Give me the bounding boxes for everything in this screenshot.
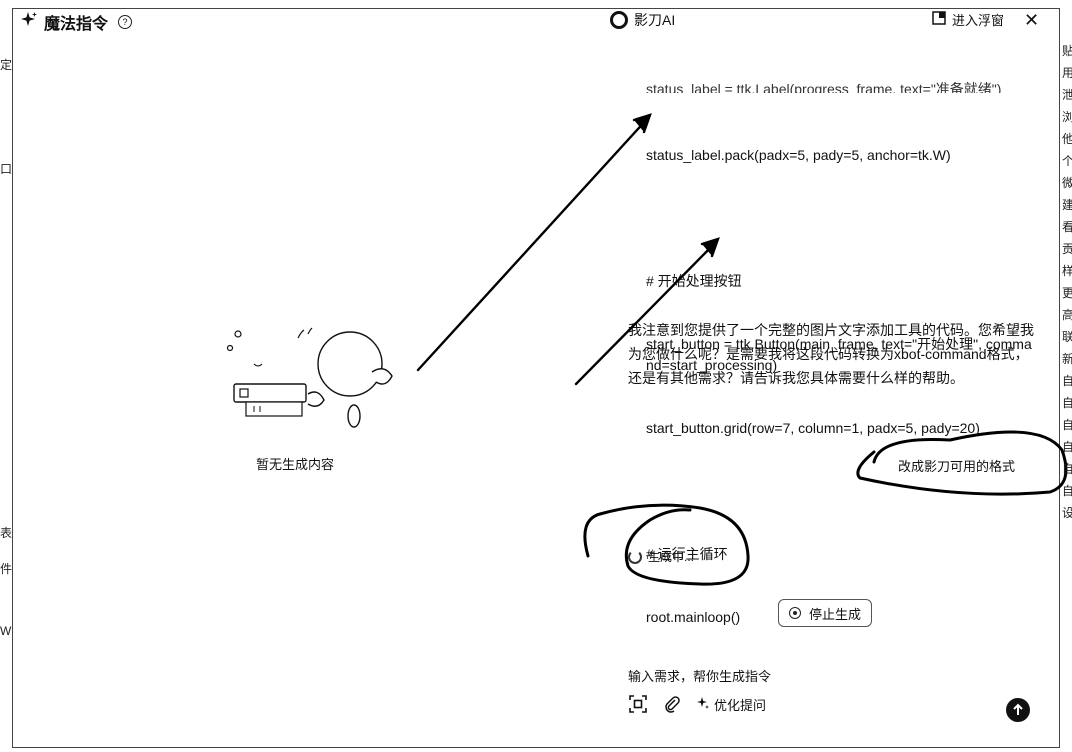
code-line: # 运行主循环	[646, 546, 728, 562]
stop-generate-button[interactable]: 停止生成	[778, 599, 872, 627]
float-window-icon	[932, 11, 946, 28]
generating-text: 生成中...	[648, 550, 695, 564]
brand-ring-icon	[610, 11, 628, 29]
screenshot-icon[interactable]	[628, 694, 648, 714]
page-title: 魔法指令	[44, 16, 109, 33]
left-edge-char: 表	[0, 526, 12, 540]
left-edge-char: 件	[0, 562, 12, 576]
optimize-question-button[interactable]: 优化提问	[696, 695, 766, 714]
left-edge-char: 口	[0, 162, 12, 176]
empty-state-text: 暂无生成内容	[256, 457, 335, 472]
empty-state-illustration	[210, 320, 410, 440]
float-window-label: 进入浮窗	[952, 13, 1005, 28]
stop-icon	[788, 607, 801, 619]
code-line: status_label = ttk.Label(progress_frame,…	[646, 82, 1002, 93]
right-edge-fragment: 贴用泄浏他个微建看贡样更高联新自自自自自自设	[1062, 0, 1072, 752]
left-edge-fragment: 定 口 表 件 W	[0, 0, 12, 752]
input-toolbar: 优化提问	[628, 694, 766, 714]
left-edge-char: W	[0, 624, 12, 638]
optimize-question-label: 优化提问	[714, 697, 767, 713]
stop-generate-label: 停止生成	[808, 606, 861, 622]
brand-name: 影刀AI	[634, 12, 676, 28]
spinner-icon	[628, 549, 642, 564]
right-edge-text: 贴用泄浏他个微建看贡样更高联新自自自自自自设	[1062, 44, 1072, 520]
sparkle-icon	[696, 696, 710, 713]
paperclip-icon[interactable]	[662, 694, 682, 714]
send-arrow-icon[interactable]	[1006, 698, 1030, 722]
left-header: 魔法指令 ?	[20, 10, 133, 34]
code-line: status_label.pack(padx=5, pady=5, anchor…	[646, 147, 951, 163]
help-icon[interactable]: ?	[118, 15, 133, 29]
float-window-button[interactable]: 进入浮窗	[932, 10, 1004, 29]
sparkle-icon	[20, 11, 38, 34]
user-message: 改成影刀可用的格式	[898, 459, 1016, 474]
generating-status: 生成中...	[628, 548, 694, 565]
assistant-message: 我注意到您提供了一个完整的图片文字添加工具的代码。您希望我为您做什么呢？是需要我…	[628, 322, 1034, 386]
right-header: 影刀AI 进入浮窗 ✕	[610, 10, 1046, 34]
close-icon[interactable]: ✕	[1024, 10, 1039, 30]
prompt-input[interactable]: 输入需求，帮你生成指令	[628, 666, 771, 685]
left-edge-char: 定	[0, 58, 12, 72]
code-line: start_button.grid(row=7, column=1, padx=…	[646, 420, 980, 436]
code-line: # 开始处理按钮	[646, 273, 742, 289]
brand: 影刀AI	[610, 10, 675, 30]
